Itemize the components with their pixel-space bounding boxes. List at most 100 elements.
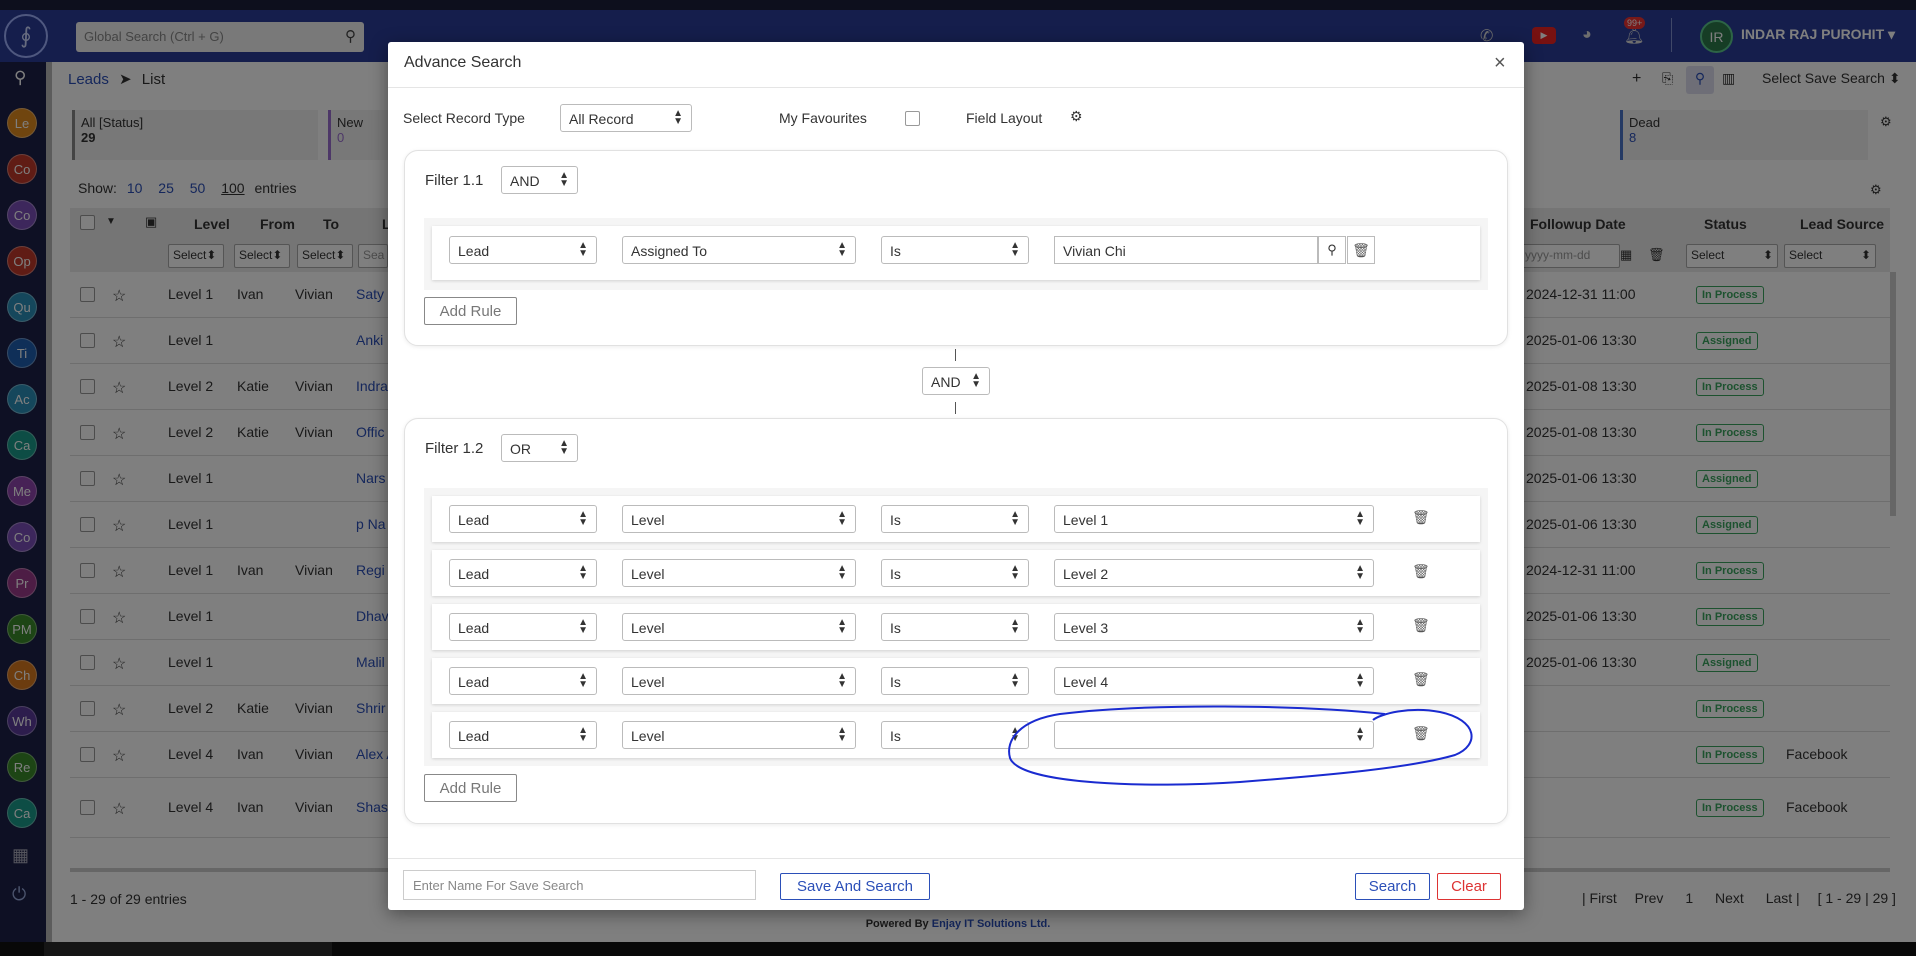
select-arrows-icon: ▲ ▼ xyxy=(837,617,847,636)
record-type-value: All Record xyxy=(569,111,634,127)
rule-module-select[interactable]: Lead ▲ ▼ xyxy=(449,559,597,587)
hand-drawn-highlight-circle xyxy=(1008,705,1473,786)
select-arrows-icon: ▲ ▼ xyxy=(1010,671,1020,690)
gear-icon[interactable]: ⚙ xyxy=(1070,108,1083,125)
rule-value-select[interactable]: Level 4 ▲ ▼ xyxy=(1054,667,1374,695)
rule-value-value: Level 3 xyxy=(1063,620,1109,636)
rule-module-select[interactable]: Lead ▲ ▼ xyxy=(449,721,597,749)
rule-operator-value: Is xyxy=(890,728,901,744)
select-arrows-icon: ▲ ▼ xyxy=(578,671,588,690)
select-arrows-icon: ▲ ▼ xyxy=(578,725,588,744)
my-favourites-label: My Favourites xyxy=(779,110,867,126)
search-button[interactable]: Search xyxy=(1355,873,1430,900)
rule-module-value: Lead xyxy=(458,566,490,582)
select-arrows-icon: ▲ ▼ xyxy=(971,371,981,390)
rule-operator-value: Is xyxy=(890,243,901,259)
rule-field-select[interactable]: Assigned To ▲ ▼ xyxy=(622,236,856,264)
filter-1-operator-value: AND xyxy=(510,173,540,189)
rule-module-value: Lead xyxy=(458,243,490,259)
rule-module-value: Lead xyxy=(458,728,490,744)
rule-module-value: Lead xyxy=(458,620,490,636)
rule-module-select[interactable]: Lead ▲ ▼ xyxy=(449,505,597,533)
select-arrows-icon: ▲ ▼ xyxy=(837,563,847,582)
rule-field-select[interactable]: Level ▲ ▼ xyxy=(622,505,856,533)
rule-field-value: Level xyxy=(631,674,665,690)
select-arrows-icon: ▲ ▼ xyxy=(578,563,588,582)
record-type-select[interactable]: All Record ▲ ▼ xyxy=(560,104,692,132)
rule-value-select[interactable]: Level 3 ▲ ▼ xyxy=(1054,613,1374,641)
rule-value-value: Level 2 xyxy=(1063,566,1109,582)
my-favourites-checkbox[interactable] xyxy=(905,111,920,126)
select-arrows-icon: ▲ ▼ xyxy=(578,509,588,528)
rule-value-value: Level 1 xyxy=(1063,512,1109,528)
select-arrows-icon: ▲ ▼ xyxy=(1355,617,1365,636)
select-arrows-icon: ▲ ▼ xyxy=(1010,617,1020,636)
add-rule-button[interactable]: Add Rule xyxy=(424,297,517,325)
rule-operator-value: Is xyxy=(890,566,901,582)
modal-header-divider xyxy=(388,87,1524,88)
trash-icon[interactable]: 🗑︎ xyxy=(1412,509,1430,526)
rule-operator-select[interactable]: Is ▲ ▼ xyxy=(881,559,1029,587)
rule-module-select[interactable]: Lead ▲ ▼ xyxy=(449,236,597,264)
rule-operator-select[interactable]: Is ▲ ▼ xyxy=(881,505,1029,533)
rule-operator-value: Is xyxy=(890,620,901,636)
rule-value-select[interactable]: Level 1 ▲ ▼ xyxy=(1054,505,1374,533)
rule-field-value: Level xyxy=(631,566,665,582)
modal-title: Advance Search xyxy=(404,54,522,71)
select-arrows-icon: ▲ ▼ xyxy=(578,240,588,259)
rule-field-select[interactable]: Level ▲ ▼ xyxy=(622,559,856,587)
rule-operator-value: Is xyxy=(890,674,901,690)
select-arrows-icon: ▲ ▼ xyxy=(837,671,847,690)
group-join-operator-value: AND xyxy=(931,374,961,390)
rule-field-value: Level xyxy=(631,512,665,528)
filter-1-label: Filter 1.1 xyxy=(425,172,484,189)
rule-field-value: Assigned To xyxy=(631,243,708,259)
clear-button[interactable]: Clear xyxy=(1437,873,1501,900)
rule-operator-select[interactable]: Is ▲ ▼ xyxy=(881,613,1029,641)
select-arrows-icon: ▲ ▼ xyxy=(1355,671,1365,690)
join-connector-bottom xyxy=(955,402,956,414)
rule-operator-select[interactable]: Is ▲ ▼ xyxy=(881,667,1029,695)
filter-1-operator-select[interactable]: AND ▲ ▼ xyxy=(501,166,578,194)
select-arrows-icon: ▲ ▼ xyxy=(1010,240,1020,259)
rule-module-select[interactable]: Lead ▲ ▼ xyxy=(449,613,597,641)
rule-field-select[interactable]: Level ▲ ▼ xyxy=(622,613,856,641)
group-join-operator-select[interactable]: AND ▲ ▼ xyxy=(922,367,990,395)
record-type-label: Select Record Type xyxy=(403,110,525,126)
select-arrows-icon: ▲ ▼ xyxy=(559,170,569,189)
trash-icon[interactable]: 🗑︎ xyxy=(1412,617,1430,634)
rule-module-value: Lead xyxy=(458,674,490,690)
select-arrows-icon: ▲ ▼ xyxy=(837,240,847,259)
select-arrows-icon: ▲ ▼ xyxy=(1010,563,1020,582)
rule-module-select[interactable]: Lead ▲ ▼ xyxy=(449,667,597,695)
save-search-name-input[interactable]: Enter Name For Save Search xyxy=(403,870,756,900)
filter-2-operator-value: OR xyxy=(510,441,531,457)
clear-value-icon[interactable]: 🗑︎ xyxy=(1347,236,1375,264)
select-arrows-icon: ▲ ▼ xyxy=(1010,509,1020,528)
lookup-search-icon[interactable]: ⚲ xyxy=(1318,236,1346,264)
select-arrows-icon: ▲ ▼ xyxy=(578,617,588,636)
join-connector-top xyxy=(955,349,956,361)
filter-2-label: Filter 1.2 xyxy=(425,440,484,457)
rule-field-select[interactable]: Level ▲ ▼ xyxy=(622,721,856,749)
add-rule-button-2[interactable]: Add Rule xyxy=(424,774,517,802)
rule-value-input[interactable]: Vivian Chi xyxy=(1054,236,1318,264)
rule-field-value: Level xyxy=(631,620,665,636)
trash-icon[interactable]: 🗑︎ xyxy=(1412,671,1430,688)
rule-value-select[interactable]: Level 2 ▲ ▼ xyxy=(1054,559,1374,587)
rule-operator-select[interactable]: Is ▲ ▼ xyxy=(881,236,1029,264)
select-arrows-icon: ▲ ▼ xyxy=(1355,563,1365,582)
select-arrows-icon: ▲ ▼ xyxy=(837,725,847,744)
save-and-search-button[interactable]: Save And Search xyxy=(780,873,930,900)
rule-module-value: Lead xyxy=(458,512,490,528)
close-icon[interactable]: × xyxy=(1494,52,1506,75)
select-arrows-icon: ▲ ▼ xyxy=(673,108,683,127)
rule-field-select[interactable]: Level ▲ ▼ xyxy=(622,667,856,695)
rule-value-value: Level 4 xyxy=(1063,674,1109,690)
filter-2-operator-select[interactable]: OR ▲ ▼ xyxy=(501,434,578,462)
field-layout-label: Field Layout xyxy=(966,110,1043,126)
trash-icon[interactable]: 🗑︎ xyxy=(1412,563,1430,580)
select-arrows-icon: ▲ ▼ xyxy=(559,438,569,457)
rule-operator-value: Is xyxy=(890,512,901,528)
modal-footer-divider xyxy=(388,858,1524,859)
